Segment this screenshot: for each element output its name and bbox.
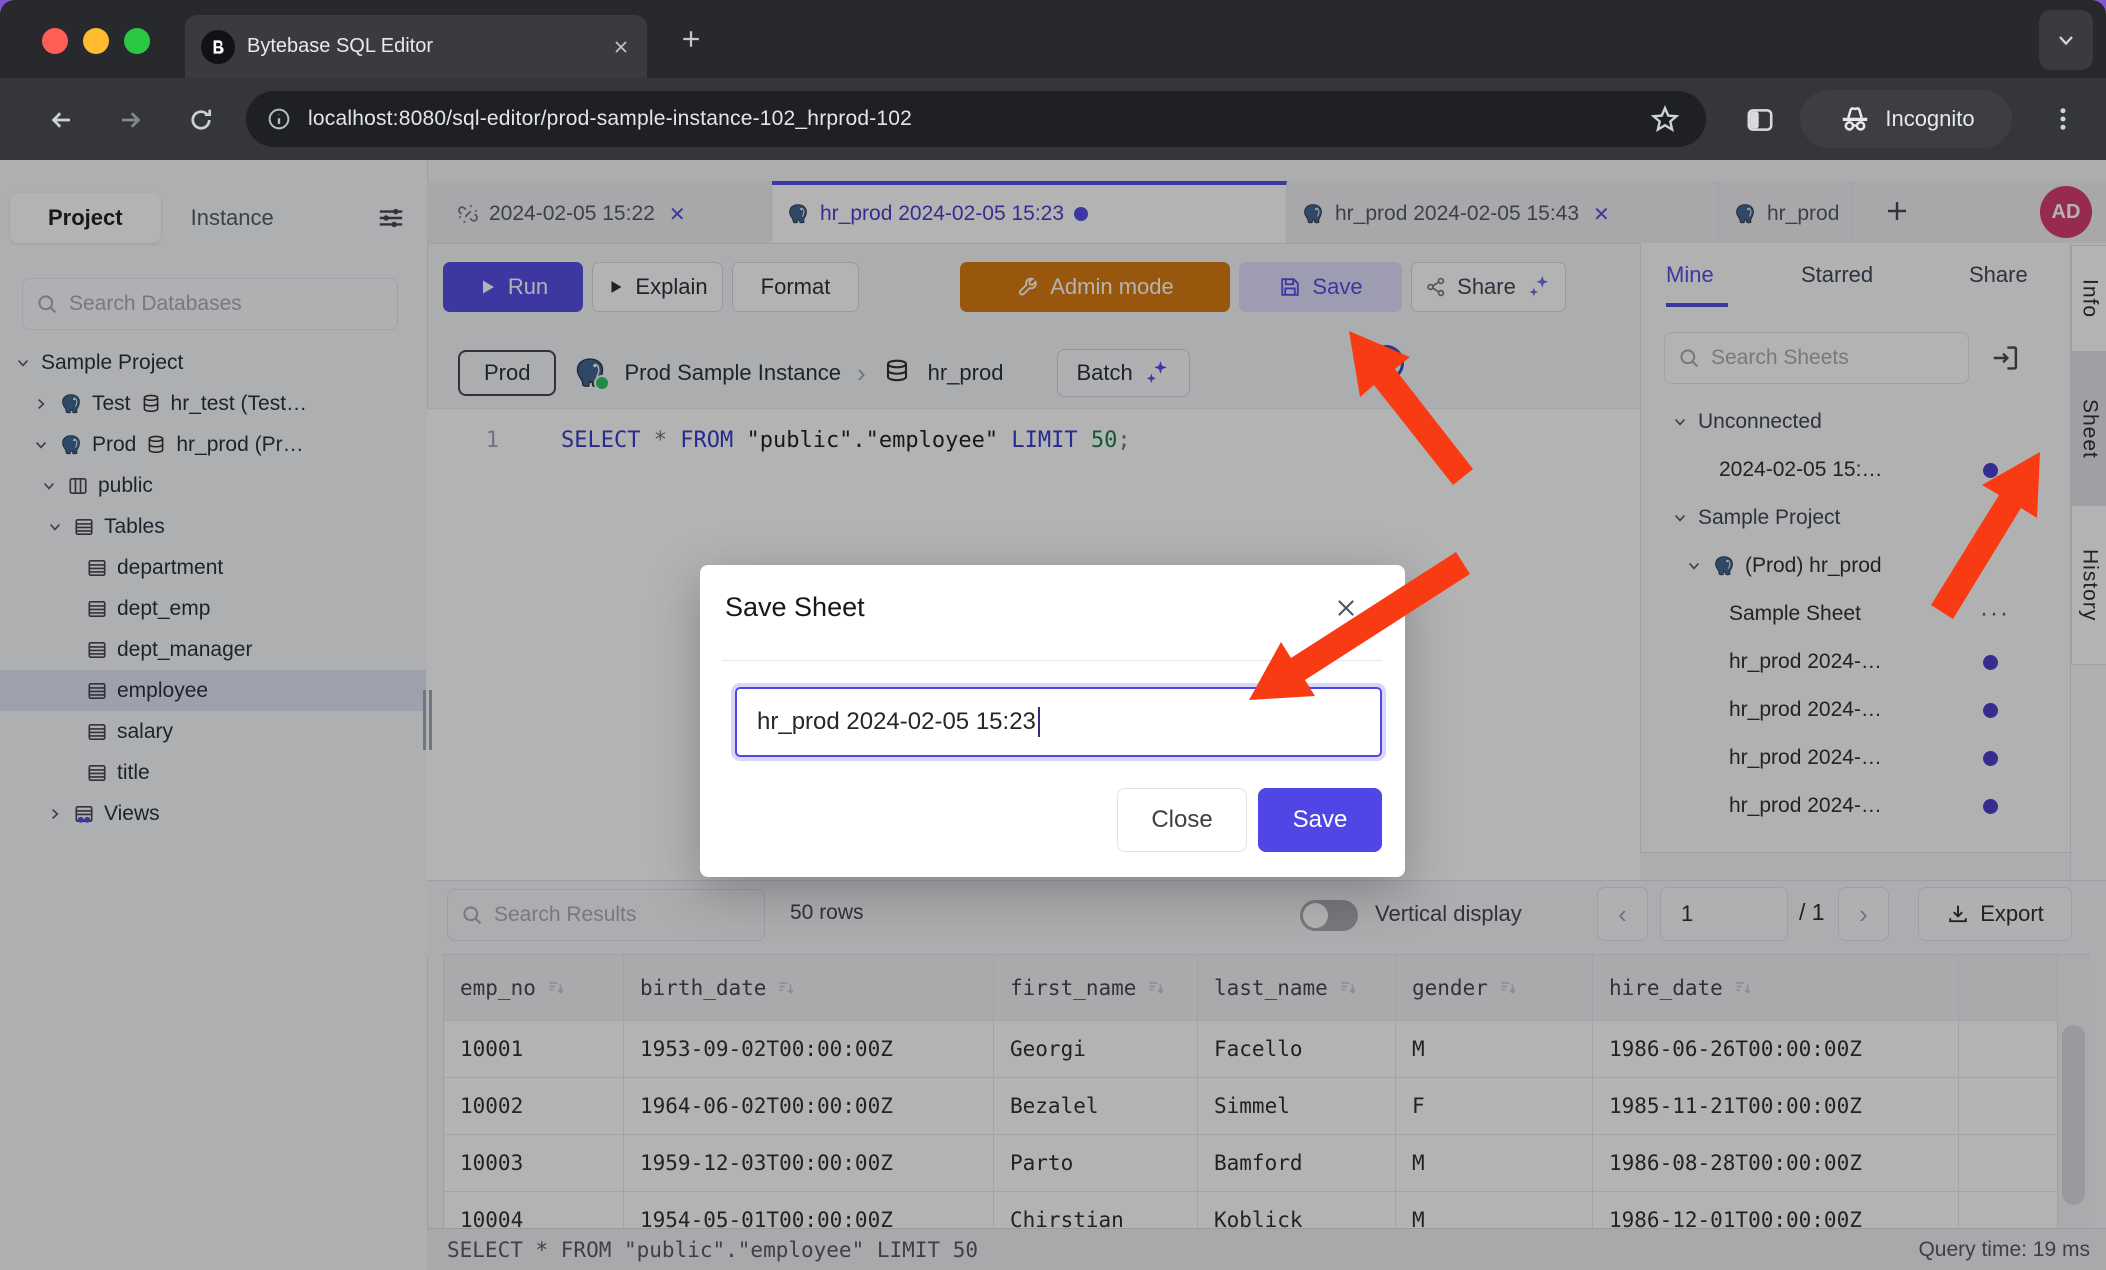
save-sheet-dialog: Save Sheet hr_prod 2024-02-05 15:23 Clos… [700, 565, 1405, 877]
bookmark-star-icon[interactable] [1648, 103, 1682, 137]
screen: Bytebase SQL Editor localhost:8080/sql-e… [0, 0, 2106, 1270]
minimize-window-button[interactable] [83, 28, 109, 54]
incognito-badge: Incognito [1800, 90, 2012, 148]
incognito-label: Incognito [1885, 106, 1974, 132]
browser-tab-title: Bytebase SQL Editor [247, 35, 599, 58]
sheet-name-value: hr_prod 2024-02-05 15:23 [757, 708, 1036, 736]
new-tab-icon[interactable] [678, 26, 704, 52]
side-panel-icon[interactable] [1744, 104, 1776, 136]
back-icon[interactable] [46, 105, 76, 135]
dialog-divider [722, 660, 1382, 661]
forward-icon[interactable] [116, 105, 146, 135]
browser-toolbar: localhost:8080/sql-editor/prod-sample-in… [0, 78, 2106, 160]
dialog-save-button[interactable]: Save [1258, 788, 1382, 852]
sheet-name-input[interactable]: hr_prod 2024-02-05 15:23 [735, 687, 1382, 757]
browser-tab-close-icon[interactable] [611, 37, 631, 57]
text-caret [1038, 707, 1040, 737]
maximize-window-button[interactable] [124, 28, 150, 54]
browser-tab[interactable]: Bytebase SQL Editor [185, 15, 647, 78]
dialog-close-icon[interactable] [1333, 595, 1359, 621]
browser-tabstrip: Bytebase SQL Editor [0, 0, 2106, 78]
url-bar[interactable]: localhost:8080/sql-editor/prod-sample-in… [246, 91, 1706, 147]
reload-icon[interactable] [186, 105, 216, 135]
url-text: localhost:8080/sql-editor/prod-sample-in… [308, 107, 912, 131]
close-window-button[interactable] [42, 28, 68, 54]
dialog-title: Save Sheet [725, 592, 865, 623]
tab-search-chevron-icon[interactable] [2039, 10, 2093, 70]
browser-menu-kebab-icon[interactable] [2048, 104, 2078, 134]
incognito-icon [1837, 101, 1873, 137]
bytebase-favicon-icon [201, 30, 235, 64]
browser-window: Bytebase SQL Editor localhost:8080/sql-e… [0, 0, 2106, 1270]
site-info-icon[interactable] [266, 106, 292, 132]
dialog-close-button[interactable]: Close [1117, 788, 1247, 852]
